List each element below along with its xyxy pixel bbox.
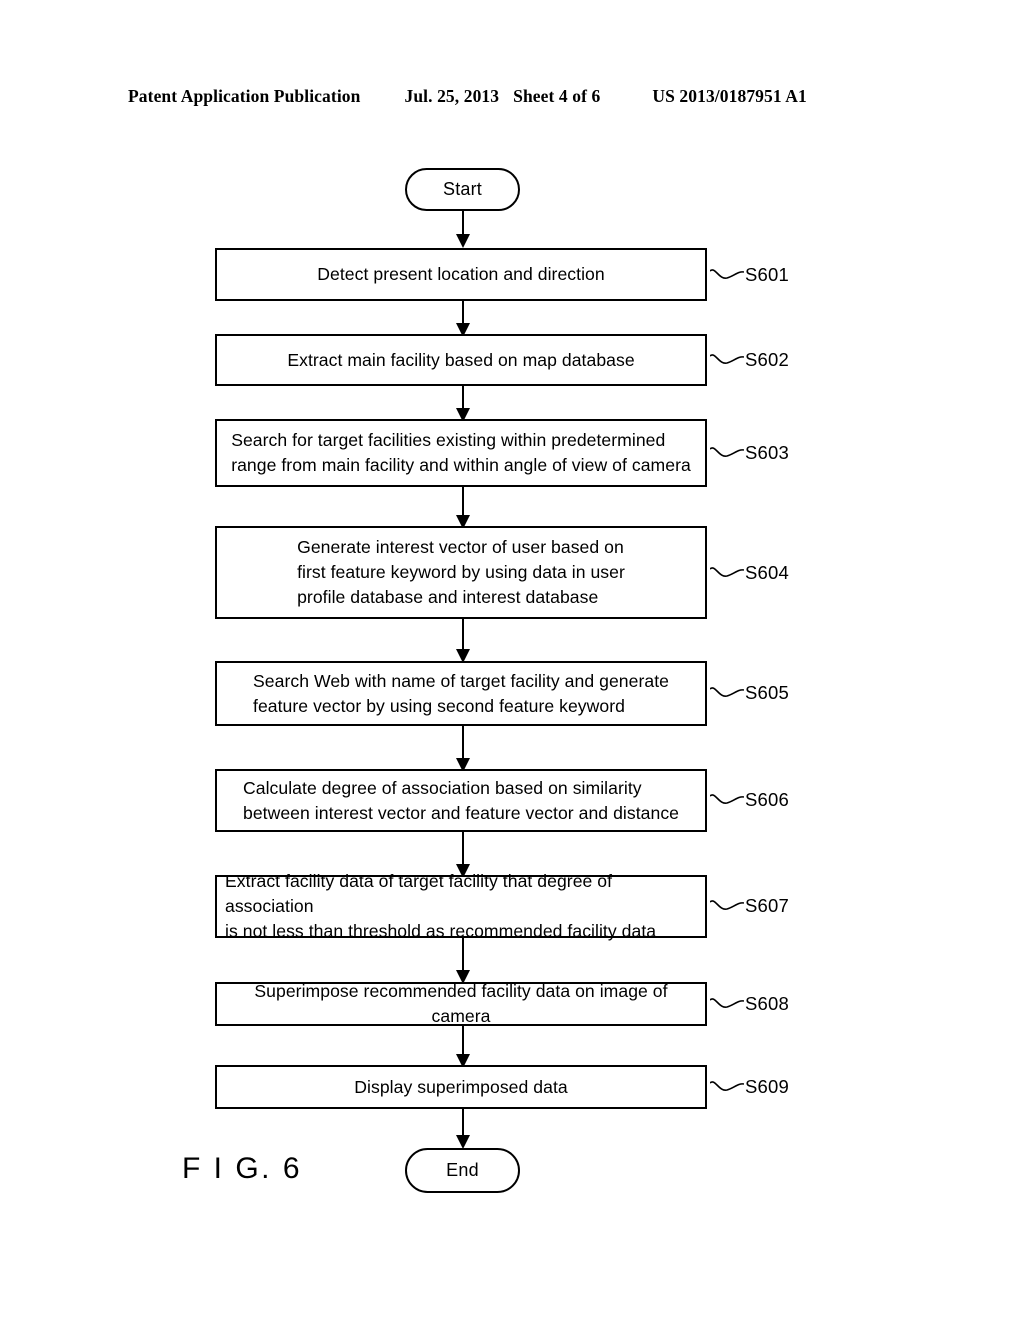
flowchart-start-terminal: Start xyxy=(405,168,520,211)
process-box-s608-label: Superimpose recommended facility data on… xyxy=(254,981,668,1026)
step-reference-s601-label: S601 xyxy=(745,264,790,285)
process-box-s604: Generate interest vector of user based o… xyxy=(215,526,707,619)
leader-squiggle-icon xyxy=(710,567,744,577)
leader-squiggle-icon xyxy=(710,269,744,279)
step-reference-s603-label: S603 xyxy=(745,442,790,463)
step-reference-s607-label: S607 xyxy=(745,895,790,916)
step-reference-s605-label: S605 xyxy=(745,682,790,703)
step-reference-s605: S605 xyxy=(710,678,789,708)
process-box-s604-label: Generate interest vector of user based o… xyxy=(297,537,625,607)
flowchart-diagram: Start Detect present location and direct… xyxy=(0,0,1024,1320)
process-box-s607-label: Extract facility data of target facility… xyxy=(225,871,657,941)
step-reference-s609: S609 xyxy=(710,1072,789,1102)
step-reference-s609-label: S609 xyxy=(745,1076,790,1097)
step-reference-s606: S606 xyxy=(710,785,789,815)
leader-squiggle-icon xyxy=(710,794,744,804)
flowchart-end-terminal: End xyxy=(405,1148,520,1193)
process-box-s607: Extract facility data of target facility… xyxy=(215,871,707,941)
step-reference-s602-label: S602 xyxy=(745,349,790,370)
process-box-s606: Calculate degree of association based on… xyxy=(215,769,707,832)
process-box-s603: Search for target facilities existing wi… xyxy=(215,419,707,487)
process-box-s602: Extract main facility based on map datab… xyxy=(215,334,707,386)
leader-squiggle-icon xyxy=(710,687,744,697)
step-reference-s604: S604 xyxy=(710,558,789,588)
arrowhead-s609-end xyxy=(456,1135,470,1149)
process-box-s602-label: Extract main facility based on map datab… xyxy=(287,349,635,370)
process-box-s603-label: Search for target facilities existing wi… xyxy=(231,430,691,475)
step-reference-s608-label: S608 xyxy=(745,993,790,1014)
end-terminal-label: End xyxy=(446,1160,479,1180)
figure-caption: F I G. 6 xyxy=(182,1152,303,1185)
process-box-s606-label: Calculate degree of association based on… xyxy=(242,777,679,823)
process-box-s609-label: Display superimposed data xyxy=(354,1076,568,1097)
process-box-s605: Search Web with name of target facility … xyxy=(215,661,707,726)
process-box-s601: Detect present location and direction xyxy=(215,248,707,301)
arrowhead-start-s601 xyxy=(456,234,470,248)
step-reference-s607: S607 xyxy=(710,891,789,921)
process-box-s609: Display superimposed data xyxy=(215,1065,707,1109)
leader-squiggle-icon xyxy=(710,354,744,364)
start-terminal-label: Start xyxy=(442,179,482,199)
leader-squiggle-icon xyxy=(710,1081,744,1091)
step-reference-s601: S601 xyxy=(710,260,789,290)
leader-squiggle-icon xyxy=(710,900,744,910)
step-reference-s604-label: S604 xyxy=(745,562,790,583)
process-box-s605-label: Search Web with name of target facility … xyxy=(253,670,669,716)
step-reference-s602: S602 xyxy=(710,345,789,375)
process-box-s608: Superimpose recommended facility data on… xyxy=(215,981,707,1026)
leader-squiggle-icon xyxy=(710,998,744,1008)
step-reference-s606-label: S606 xyxy=(745,789,790,810)
process-box-s601-label: Detect present location and direction xyxy=(317,264,605,284)
leader-squiggle-icon xyxy=(710,447,744,457)
step-reference-s608: S608 xyxy=(710,989,789,1019)
step-reference-s603: S603 xyxy=(710,438,789,468)
